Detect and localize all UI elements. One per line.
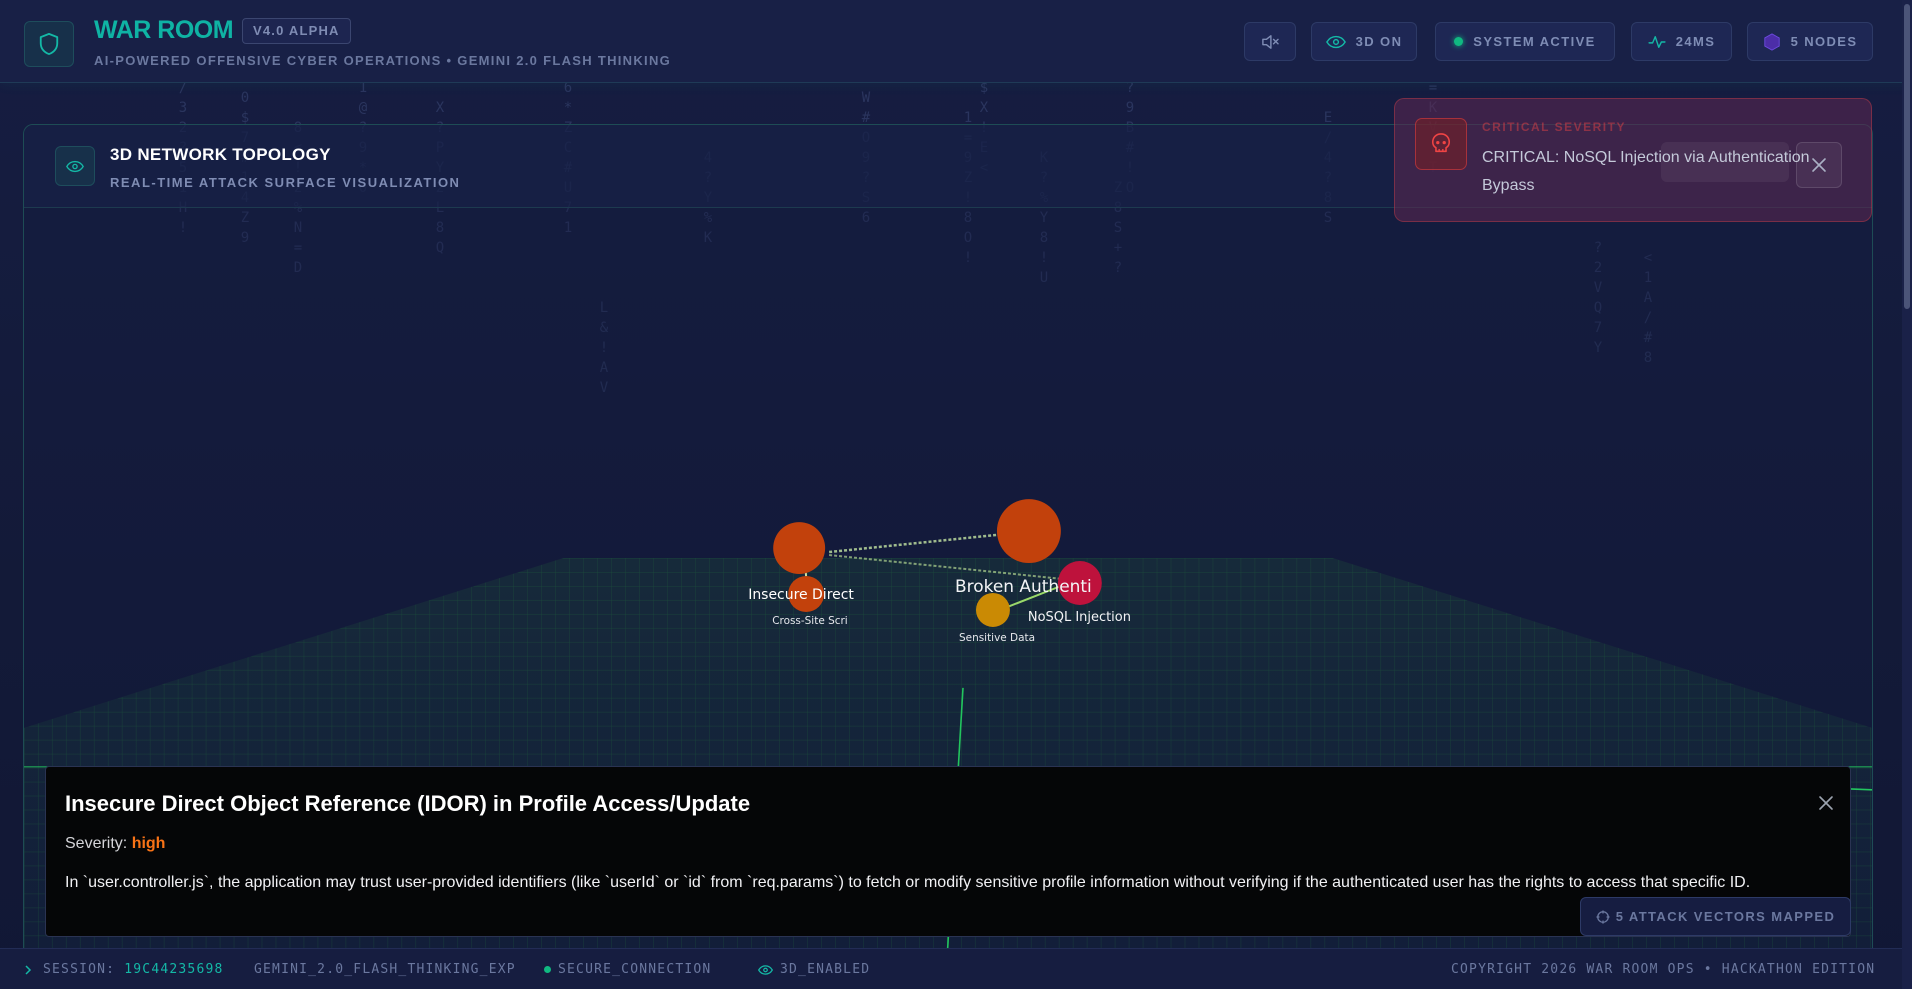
node-sensitive-data[interactable]: [975, 592, 1010, 627]
model-name: GEMINI_2.0_FLASH_THINKING_EXP: [254, 962, 516, 977]
nodes-label: 5 NODES: [1790, 34, 1858, 49]
app-subtitle: AI-POWERED OFFENSIVE CYBER OPERATIONS • …: [94, 53, 672, 68]
latency-button[interactable]: 24MS: [1631, 22, 1732, 61]
alert-severity-label: CRITICAL SEVERITY: [1482, 120, 1626, 134]
connection-status: SECURE_CONNECTION: [558, 962, 712, 977]
panel-subtitle: REAL-TIME ATTACK SURFACE VISUALIZATION: [110, 175, 461, 190]
app-title: WAR ROOM: [94, 16, 234, 44]
skull-icon: [1431, 133, 1451, 153]
mode-status: 3D_ENABLED: [780, 962, 871, 977]
vulnerability-title: Insecure Direct Object Reference (IDOR) …: [65, 791, 751, 816]
mute-button[interactable]: [1244, 22, 1296, 61]
session-id: 19C44235698: [124, 962, 224, 977]
node-label-nosql: NoSQL Injection: [1028, 610, 1131, 625]
panel-title: 3D NETWORK TOPOLOGY: [110, 145, 331, 164]
node-insecure-direct[interactable]: [773, 522, 826, 575]
panel-icon-box: [55, 146, 95, 186]
crosshair-icon: [1596, 909, 1610, 924]
attack-vectors-badge[interactable]: 5 ATTACK VECTORS MAPPED: [1580, 897, 1851, 936]
severity-label: Severity:: [65, 835, 132, 852]
eye-icon: [1325, 35, 1346, 48]
toggle-3d-button[interactable]: 3D ON: [1311, 22, 1417, 61]
top-header: WAR ROOM V4.0 ALPHA AI-POWERED OFFENSIVE…: [0, 0, 1912, 83]
attack-vectors-label: 5 ATTACK VECTORS MAPPED: [1615, 909, 1836, 924]
node-label-broken-auth: Broken Authenti: [955, 577, 1092, 597]
eye-icon: [66, 160, 84, 172]
severity-line: Severity: high: [65, 835, 165, 853]
node-large-vuln[interactable]: [996, 499, 1061, 564]
footer-connection: SECURE_CONNECTION: [544, 962, 711, 977]
node-label-sensitive-data: Sensitive Data: [959, 632, 1035, 644]
status-dot-icon: [1454, 37, 1464, 46]
footer-model: GEMINI_2.0_FLASH_THINKING_EXP: [254, 962, 516, 977]
version-badge: V4.0 ALPHA: [242, 18, 351, 44]
eye-icon: [758, 964, 773, 975]
nodes-button[interactable]: 5 NODES: [1747, 22, 1873, 61]
activity-pulse-icon: [1648, 35, 1666, 48]
toggle-3d-label: 3D ON: [1355, 34, 1403, 49]
footer-session: SESSION: 19C44235698: [24, 962, 224, 977]
close-icon: [1819, 796, 1833, 810]
logo: [24, 21, 74, 67]
shield-icon: [39, 33, 59, 55]
status-footer: SESSION: 19C44235698 GEMINI_2.0_FLASH_TH…: [0, 948, 1912, 989]
copyright-text: COPYRIGHT 2026 WAR ROOM OPS • HACKATHON …: [1451, 962, 1876, 977]
hexagon-node-icon: [1763, 32, 1780, 51]
speaker-muted-icon: [1262, 34, 1279, 49]
system-status-button[interactable]: SYSTEM ACTIVE: [1435, 22, 1615, 61]
system-status-label: SYSTEM ACTIVE: [1473, 34, 1596, 49]
alert-icon-box: [1415, 118, 1467, 170]
terminal-prompt-icon: [25, 964, 32, 975]
vulnerability-description: In `user.controller.js`, the application…: [65, 874, 1751, 891]
close-icon: [1812, 158, 1826, 172]
critical-alert-toast: CRITICAL SEVERITY CRITICAL: NoSQL Inject…: [1394, 98, 1872, 222]
latency-label: 24MS: [1675, 34, 1716, 49]
node-label-cross-site: Cross-Site Scri: [772, 615, 848, 627]
footer-copyright: COPYRIGHT 2026 WAR ROOM OPS • HACKATHON …: [1451, 962, 1875, 977]
page-scrollbar-thumb[interactable]: [1904, 4, 1910, 309]
connection-dot-icon: [544, 966, 551, 973]
node-label-insecure-direct: Insecure Direct: [748, 587, 854, 603]
session-label: SESSION:: [43, 962, 125, 977]
severity-value: high: [131, 835, 166, 852]
detail-close-button[interactable]: [1814, 791, 1838, 815]
alert-close-button[interactable]: [1796, 142, 1842, 188]
footer-mode: 3D_ENABLED: [758, 962, 870, 977]
